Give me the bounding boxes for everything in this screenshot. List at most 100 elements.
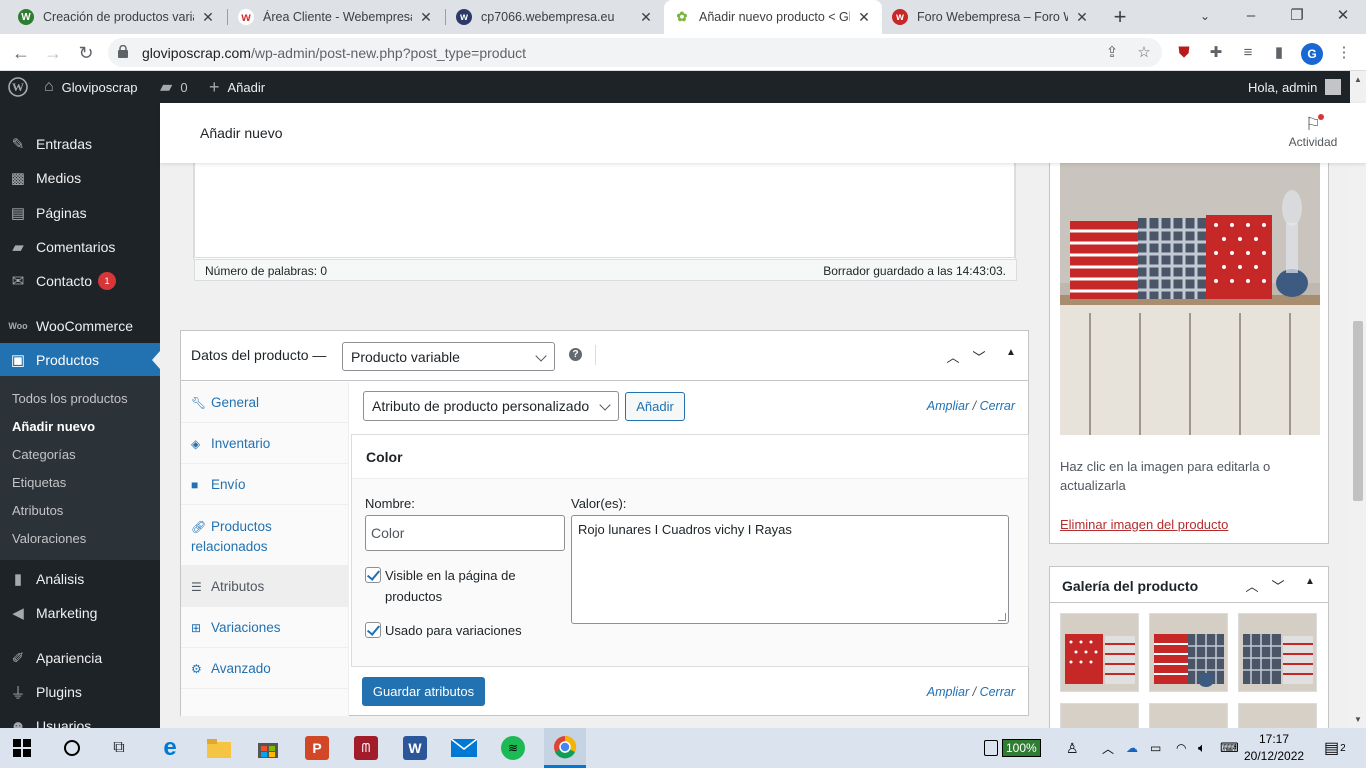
tab-close-icon[interactable]: ✕: [200, 9, 216, 26]
submenu-anadir-nuevo[interactable]: Añadir nuevo: [12, 419, 95, 434]
scrollbar-thumb[interactable]: [1353, 321, 1363, 501]
submenu-etiquetas[interactable]: Etiquetas: [12, 475, 66, 490]
notification-center[interactable]: ▤ 2: [1324, 728, 1346, 768]
edge-browser-icon[interactable]: e: [154, 732, 186, 764]
attribute-taxonomy-select[interactable]: Atributo de producto personalizado: [363, 391, 619, 421]
attribute-name-input[interactable]: Color: [365, 515, 565, 551]
gallery-thumbnail[interactable]: [1149, 703, 1228, 728]
wordpress-logo-icon[interactable]: W: [8, 71, 28, 103]
word-icon[interactable]: W: [399, 732, 431, 764]
menu-kebab-icon[interactable]: ⋮: [1333, 42, 1355, 64]
tab-general[interactable]: 🔧︎ General: [181, 382, 349, 423]
battery-icon[interactable]: ▭: [1150, 728, 1161, 768]
search-icon[interactable]: [56, 732, 88, 764]
store-icon[interactable]: [252, 732, 284, 764]
attribute-item-header[interactable]: Color: [352, 435, 1028, 479]
tab-close-icon[interactable]: ✕: [1074, 9, 1090, 26]
sidebar-item-comentarios[interactable]: ▰ Comentarios: [0, 230, 160, 264]
sidebar-item-marketing[interactable]: ◀ Marketing: [0, 596, 160, 630]
new-content-link[interactable]: + Añadir: [209, 71, 265, 103]
tab-productos-relacionados[interactable]: 🔗︎ Productos relacionados: [181, 505, 349, 566]
browser-tab-3[interactable]: w cp7066.webempresa.eu ✕: [446, 0, 664, 34]
toggle-panel-icon[interactable]: ▲: [1002, 347, 1020, 365]
submenu-valoraciones[interactable]: Valoraciones: [12, 531, 86, 546]
close-all-link[interactable]: Cerrar: [980, 399, 1015, 413]
expand-all-link[interactable]: Ampliar: [927, 399, 969, 413]
people-icon[interactable]: ♙: [1066, 728, 1079, 768]
variations-checkbox[interactable]: [365, 622, 381, 638]
file-explorer-icon[interactable]: [203, 732, 235, 764]
add-attribute-button[interactable]: Añadir: [625, 392, 685, 421]
tray-chevron-up-icon[interactable]: ︿: [1102, 728, 1114, 768]
submenu-todos-productos[interactable]: Todos los productos: [12, 391, 128, 406]
powerpoint-icon[interactable]: P: [301, 732, 333, 764]
windows-start-icon[interactable]: [6, 732, 38, 764]
close-window-button[interactable]: ✕: [1320, 0, 1366, 34]
move-down-icon[interactable]: ﹀: [1269, 576, 1287, 594]
side-panel-icon[interactable]: ▮: [1268, 42, 1290, 64]
tab-close-icon[interactable]: ✕: [856, 9, 872, 26]
share-icon[interactable]: ⇪: [1101, 42, 1123, 64]
browser-tab-2[interactable]: w Área Cliente - Webempresa E ✕: [228, 0, 444, 34]
browser-tab-5[interactable]: w Foro Webempresa – Foro Wo ✕: [882, 0, 1100, 34]
sidebar-item-paginas[interactable]: ▤ Páginas: [0, 196, 160, 230]
chrome-taskbar-icon[interactable]: [544, 728, 586, 768]
submenu-categorias[interactable]: Categorías: [12, 447, 76, 462]
media-queue-icon[interactable]: ≡: [1237, 42, 1259, 64]
close-all-link[interactable]: Cerrar: [980, 685, 1015, 699]
sidebar-item-medios[interactable]: ▩ Medios: [0, 161, 160, 195]
tab-inventario[interactable]: ◈ Inventario: [181, 423, 349, 464]
product-image[interactable]: [1060, 163, 1320, 435]
help-tip-icon[interactable]: ?: [569, 348, 582, 361]
mendeley-icon[interactable]: ᗰ: [350, 732, 382, 764]
reload-button[interactable]: ↻: [73, 40, 99, 66]
expand-all-link[interactable]: Ampliar: [927, 685, 969, 699]
my-account-link[interactable]: Hola, admin: [1248, 71, 1342, 103]
move-up-icon[interactable]: ︿: [944, 347, 962, 365]
forward-button[interactable]: →: [40, 40, 66, 66]
address-bar[interactable]: gloviposcrap.com/wp-admin/post-new.php?p…: [108, 38, 1162, 67]
tab-variaciones[interactable]: ⊞ Variaciones: [181, 607, 349, 648]
tab-atributos[interactable]: ☰ Atributos: [181, 566, 349, 607]
new-tab-button[interactable]: +: [1107, 4, 1133, 30]
tab-search-chevron-icon[interactable]: ⌄: [1182, 0, 1228, 34]
sidebar-item-apariencia[interactable]: ✐ Apariencia: [0, 641, 160, 675]
move-down-icon[interactable]: ﹀: [970, 347, 988, 365]
move-up-icon[interactable]: ︿: [1243, 576, 1261, 594]
task-view-icon[interactable]: ⧉: [103, 732, 135, 764]
submenu-atributos[interactable]: Atributos: [12, 503, 63, 518]
sidebar-item-entradas[interactable]: ✎ Entradas: [0, 127, 160, 161]
content-editor[interactable]: Número de palabras: 0 Borrador guardado …: [193, 163, 1017, 281]
minimize-button[interactable]: –: [1228, 0, 1274, 34]
page-scrollbar[interactable]: ▲ ▼: [1350, 71, 1366, 728]
sidebar-item-productos[interactable]: ▣ Productos: [0, 343, 160, 377]
sidebar-item-analisis[interactable]: ▮ Análisis: [0, 562, 160, 596]
tab-envio[interactable]: ■ Envío: [181, 464, 349, 505]
tab-close-icon[interactable]: ✕: [638, 9, 654, 26]
remove-product-image-link[interactable]: Eliminar imagen del producto: [1060, 517, 1228, 532]
sidebar-item-usuarios[interactable]: ☻ Usuarios: [0, 709, 160, 729]
resize-handle-icon[interactable]: [998, 613, 1006, 621]
extensions-puzzle-icon[interactable]: ✚: [1205, 42, 1227, 64]
save-attributes-button[interactable]: Guardar atributos: [362, 677, 485, 706]
visible-checkbox[interactable]: [365, 567, 381, 583]
volume-icon[interactable]: 🔈︎: [1198, 728, 1206, 768]
sidebar-item-woocommerce[interactable]: Woo WooCommerce: [0, 309, 160, 343]
tab-avanzado[interactable]: ⚙ Avanzado: [181, 648, 349, 689]
back-button[interactable]: ←: [8, 40, 34, 66]
wifi-icon[interactable]: ◠: [1176, 728, 1186, 768]
gallery-thumbnail[interactable]: [1149, 613, 1228, 692]
editor-text-area[interactable]: [194, 163, 1015, 258]
system-clock[interactable]: 17:17 20/12/2022: [1244, 731, 1304, 765]
activity-panel-button[interactable]: ⚐ Actividad: [1278, 113, 1348, 149]
sidebar-item-escritorio-partial[interactable]: [0, 103, 160, 109]
gallery-thumbnail[interactable]: [1060, 703, 1139, 728]
sidebar-item-contacto[interactable]: ✉ Contacto 1: [0, 264, 160, 298]
product-type-select[interactable]: Producto variable: [342, 342, 555, 371]
sidebar-item-plugins[interactable]: ⏚ Plugins: [0, 675, 160, 709]
gallery-thumbnail[interactable]: [1238, 613, 1317, 692]
attribute-values-textarea[interactable]: Rojo lunares I Cuadros vichy I Rayas: [571, 515, 1009, 624]
mail-icon[interactable]: [448, 732, 480, 764]
browser-tab-4-active[interactable]: ✿ Añadir nuevo producto < Gl ✕: [664, 0, 882, 34]
ublock-extension-icon[interactable]: ⛊: [1173, 42, 1195, 64]
